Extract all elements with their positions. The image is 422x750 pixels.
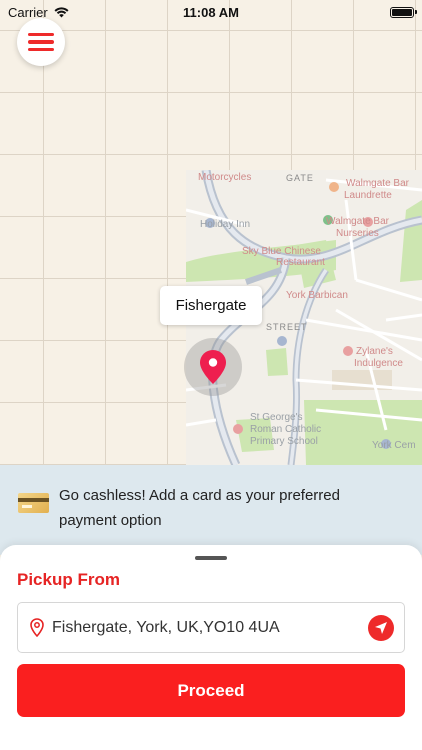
sheet-grabber[interactable] [195,556,227,560]
map-label-sky-blue: Sky Blue Chinese [242,246,321,257]
cashless-banner[interactable]: Go cashless! Add a card as your preferre… [0,465,422,555]
pickup-address-field[interactable]: Fishergate, York, UK,YO10 4UA [17,602,405,653]
map-label-nurseries: Nurseries [336,228,379,239]
credit-card-icon [18,493,49,513]
menu-button[interactable] [17,18,65,66]
pickup-sheet: Pickup From Fishergate, York, UK,YO10 4U… [0,545,422,750]
pickup-title: Pickup From [17,570,120,589]
location-callout: Fishergate [160,286,262,325]
map-pin-outline-icon [30,618,44,637]
pickup-address-text: Fishergate, York, UK,YO10 4UA [52,618,280,636]
map-label-restaurant: Restaurant [276,257,325,268]
map-label-school-3: Primary School [250,436,318,447]
map-label-zylanes: Zylane's [356,346,393,357]
map-label-walmgate-bar-2: Walmgate Bar [326,216,389,227]
map-label-indulgence: Indulgence [354,358,403,369]
map-label-laundrette: Laundrette [344,190,392,201]
navigation-arrow-icon [375,621,387,634]
map-label-street: STREET [266,322,308,332]
location-pin-icon[interactable] [200,350,226,384]
map-label-school-1: St George's [250,412,303,423]
map-label-school-2: Roman Catholic [250,424,322,435]
map-label-gate: GATE [286,173,314,183]
cashless-banner-text: Go cashless! Add a card as your preferre… [59,483,340,533]
status-time: 11:08 AM [183,4,239,20]
cashless-banner-line-2: payment option [59,512,162,529]
map-label-walmgate-bar: Walmgate Bar [346,178,409,189]
map-label-holiday-inn: Holiday Inn [200,219,251,230]
map-label-motorcycles: Motorcycles [198,172,252,183]
locate-me-button[interactable] [368,614,394,641]
proceed-button[interactable]: Proceed [17,664,405,717]
hamburger-icon-bar [28,32,54,37]
cashless-banner-line-1: Go cashless! Add a card as your preferre… [59,487,340,504]
map-view[interactable]: Motorcycles GATE Walmgate Bar Laundrette… [0,0,422,465]
map-label-york-cemetery: York Cem [372,440,416,451]
hamburger-icon-bar [28,40,54,44]
battery-icon [390,6,417,18]
hamburger-icon-bar [28,47,54,52]
status-bar: Carrier 11:08 AM [0,0,422,24]
map-label-york-barbican: York Barbican [286,290,348,301]
